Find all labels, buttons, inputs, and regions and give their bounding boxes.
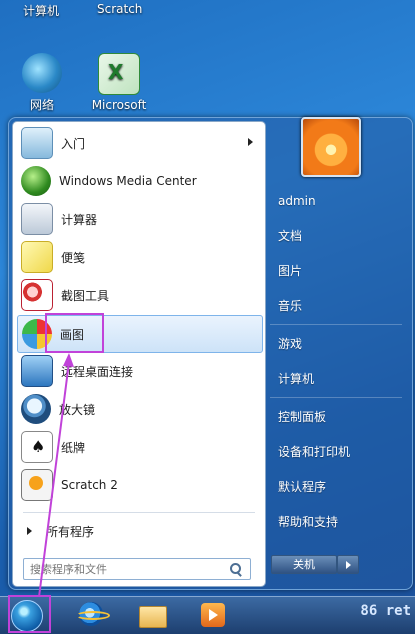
annotation-arrow bbox=[38, 353, 74, 598]
annotation-arrow-line bbox=[38, 361, 70, 598]
annotation-arrow-head bbox=[63, 353, 74, 367]
